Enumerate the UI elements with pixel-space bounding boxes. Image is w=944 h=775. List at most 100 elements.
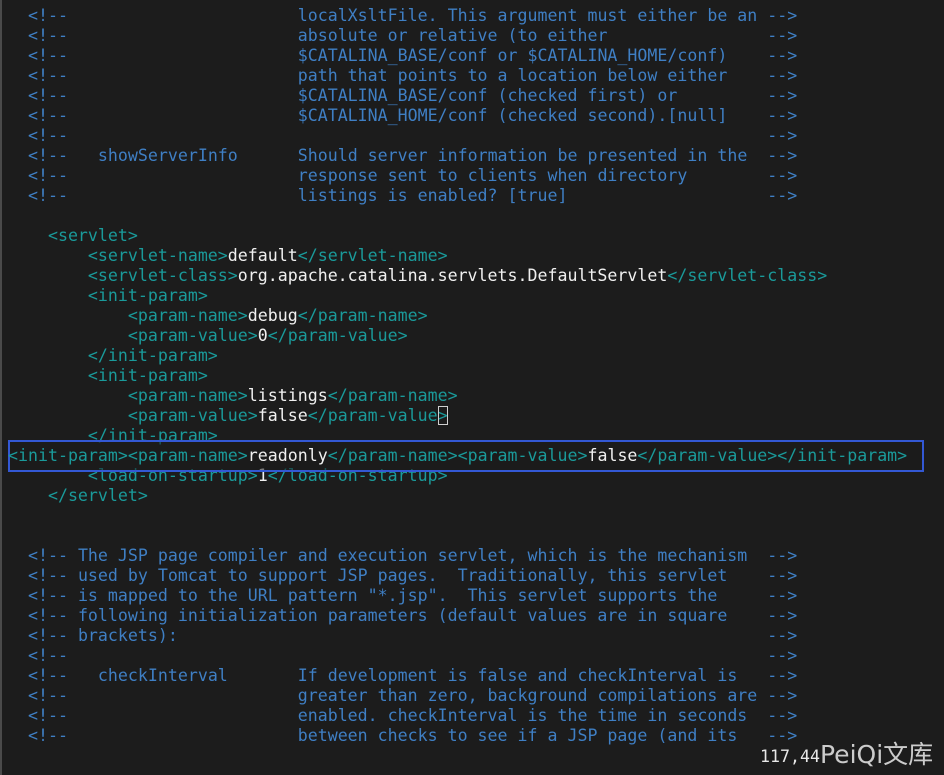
code-line: <param-name>debug</param-name> bbox=[8, 306, 428, 326]
code-line: <param-value>0</param-value> bbox=[8, 326, 408, 346]
xml-tag: <param-value> bbox=[8, 326, 258, 345]
xml-value: 0 bbox=[257, 326, 268, 345]
comment-text: listings is enabled? [true] bbox=[297, 186, 568, 205]
xml-tag: <servlet> bbox=[8, 226, 138, 245]
comment-close: --> bbox=[717, 586, 798, 605]
comment-close: --> bbox=[747, 146, 798, 165]
code-line: <init-param> bbox=[8, 366, 208, 386]
comment-close: --> bbox=[747, 706, 798, 725]
comment-text: enabled. checkInterval is the time in se… bbox=[297, 706, 748, 725]
comment-text: The JSP page compiler and execution serv… bbox=[77, 546, 748, 565]
comment-close: --> bbox=[677, 86, 798, 105]
comment-open: <!-- bbox=[8, 546, 78, 565]
xml-tag: </servlet-name> bbox=[297, 246, 448, 265]
comment-open: <!-- bbox=[8, 86, 68, 105]
comment-text: absolute or relative (to either bbox=[297, 26, 608, 45]
comment-text: $CATALINA_BASE/conf or $CATALINA_HOME/co… bbox=[297, 46, 728, 65]
comment-close: --> bbox=[67, 126, 798, 145]
highlighted-code-line: <init-param><param-name>readonly</param-… bbox=[8, 446, 907, 466]
xml-tag: </servlet> bbox=[8, 486, 148, 505]
cursor-position: 117,44 bbox=[760, 747, 820, 766]
code-line: <!-- between checks to see if a JSP page… bbox=[8, 726, 797, 746]
comment-text: brackets): bbox=[77, 626, 178, 645]
code-line: <!-- path that points to a location belo… bbox=[8, 66, 797, 86]
code-line: <!-- $CATALINA_BASE/conf (checked first)… bbox=[8, 86, 797, 106]
comment-text: following initialization parameters (def… bbox=[77, 606, 728, 625]
comment-open: <!-- bbox=[8, 106, 68, 125]
comment-open: <!-- bbox=[8, 726, 68, 745]
comment-text: greater than zero, background compilatio… bbox=[297, 686, 758, 705]
xml-tag: <servlet-class> bbox=[8, 266, 238, 285]
code-line: <!-- --> bbox=[8, 646, 797, 666]
xml-tag: </param-name> bbox=[297, 306, 428, 325]
comment-text: response sent to clients when directory bbox=[297, 166, 688, 185]
xml-tag: </param-name> bbox=[327, 386, 458, 405]
comment-open: <!-- bbox=[8, 46, 68, 65]
comment-open: <!-- bbox=[8, 706, 68, 725]
xml-tag: <param-name> bbox=[8, 306, 248, 325]
comment-text: used by Tomcat to support JSP pages. Tra… bbox=[77, 566, 728, 585]
comment-close: --> bbox=[687, 166, 798, 185]
comment-close: --> bbox=[727, 566, 798, 585]
code-line: <param-name>listings</param-name> bbox=[8, 386, 458, 406]
xml-tag: </init-param> bbox=[8, 346, 218, 365]
code-line: <!-- --> bbox=[8, 126, 797, 146]
comment-open: <!-- bbox=[8, 186, 68, 205]
comment-label: showServerInfo bbox=[97, 146, 238, 165]
comment-open: <!-- bbox=[8, 606, 78, 625]
code-line: </init-param> bbox=[8, 346, 218, 366]
xml-value: default bbox=[227, 246, 298, 265]
xml-tag: <init-param><param-name> bbox=[8, 446, 248, 465]
comment-text: Should server information be presented i… bbox=[297, 146, 748, 165]
comment-close: --> bbox=[757, 686, 798, 705]
comment-close: --> bbox=[607, 26, 798, 45]
xml-tag: <servlet-name> bbox=[8, 246, 228, 265]
comment-open: <!-- bbox=[8, 586, 78, 605]
comment-text: path that points to a location below eit… bbox=[297, 66, 728, 85]
comment-close: --> bbox=[727, 106, 798, 125]
comment-label: checkInterval bbox=[97, 666, 228, 685]
code-line: <servlet-name>default</servlet-name> bbox=[8, 246, 448, 266]
xml-value: org.apache.catalina.servlets.DefaultServ… bbox=[237, 266, 668, 285]
comment-open: <!-- bbox=[8, 666, 98, 685]
code-line: <servlet-class>org.apache.catalina.servl… bbox=[8, 266, 827, 286]
xml-tag: </param-name><param-value> bbox=[327, 446, 588, 465]
comment-close: --> bbox=[727, 46, 798, 65]
xml-tag: </servlet-class> bbox=[667, 266, 828, 285]
comment-open: <!-- bbox=[8, 626, 78, 645]
code-line: <!-- absolute or relative (to either --> bbox=[8, 26, 797, 46]
code-line: <!-- enabled. checkInterval is the time … bbox=[8, 706, 797, 726]
xml-value: listings bbox=[247, 386, 328, 405]
xml-tag: </param-value></init-param> bbox=[637, 446, 908, 465]
code-line: <param-value>false</param-value> bbox=[8, 406, 448, 426]
xml-value: readonly bbox=[247, 446, 328, 465]
code-line: <!-- brackets): --> bbox=[8, 626, 797, 646]
comment-close: --> bbox=[727, 606, 798, 625]
vim-editor[interactable]: <!-- localXsltFile. This argument must e… bbox=[0, 0, 944, 775]
xml-tag: </param-value> bbox=[267, 326, 408, 345]
code-line: <!-- listings is enabled? [true] --> bbox=[8, 186, 797, 206]
comment-open: <!-- bbox=[8, 646, 68, 665]
comment-open: <!-- bbox=[8, 6, 68, 25]
code-line: <!-- greater than zero, background compi… bbox=[8, 686, 797, 706]
code-line: <!-- response sent to clients when direc… bbox=[8, 166, 797, 186]
xml-tag: </param-value bbox=[307, 406, 438, 425]
comment-close: --> bbox=[727, 66, 798, 85]
code-line: <!-- The JSP page compiler and execution… bbox=[8, 546, 797, 566]
code-line: <!-- $CATALINA_BASE/conf or $CATALINA_HO… bbox=[8, 46, 797, 66]
comment-close: --> bbox=[177, 626, 798, 645]
code-line: <!-- showServerInfo Should server inform… bbox=[8, 146, 797, 166]
xml-value: false bbox=[587, 446, 638, 465]
comment-close: --> bbox=[737, 726, 798, 745]
comment-text: $CATALINA_BASE/conf (checked first) or bbox=[297, 86, 678, 105]
